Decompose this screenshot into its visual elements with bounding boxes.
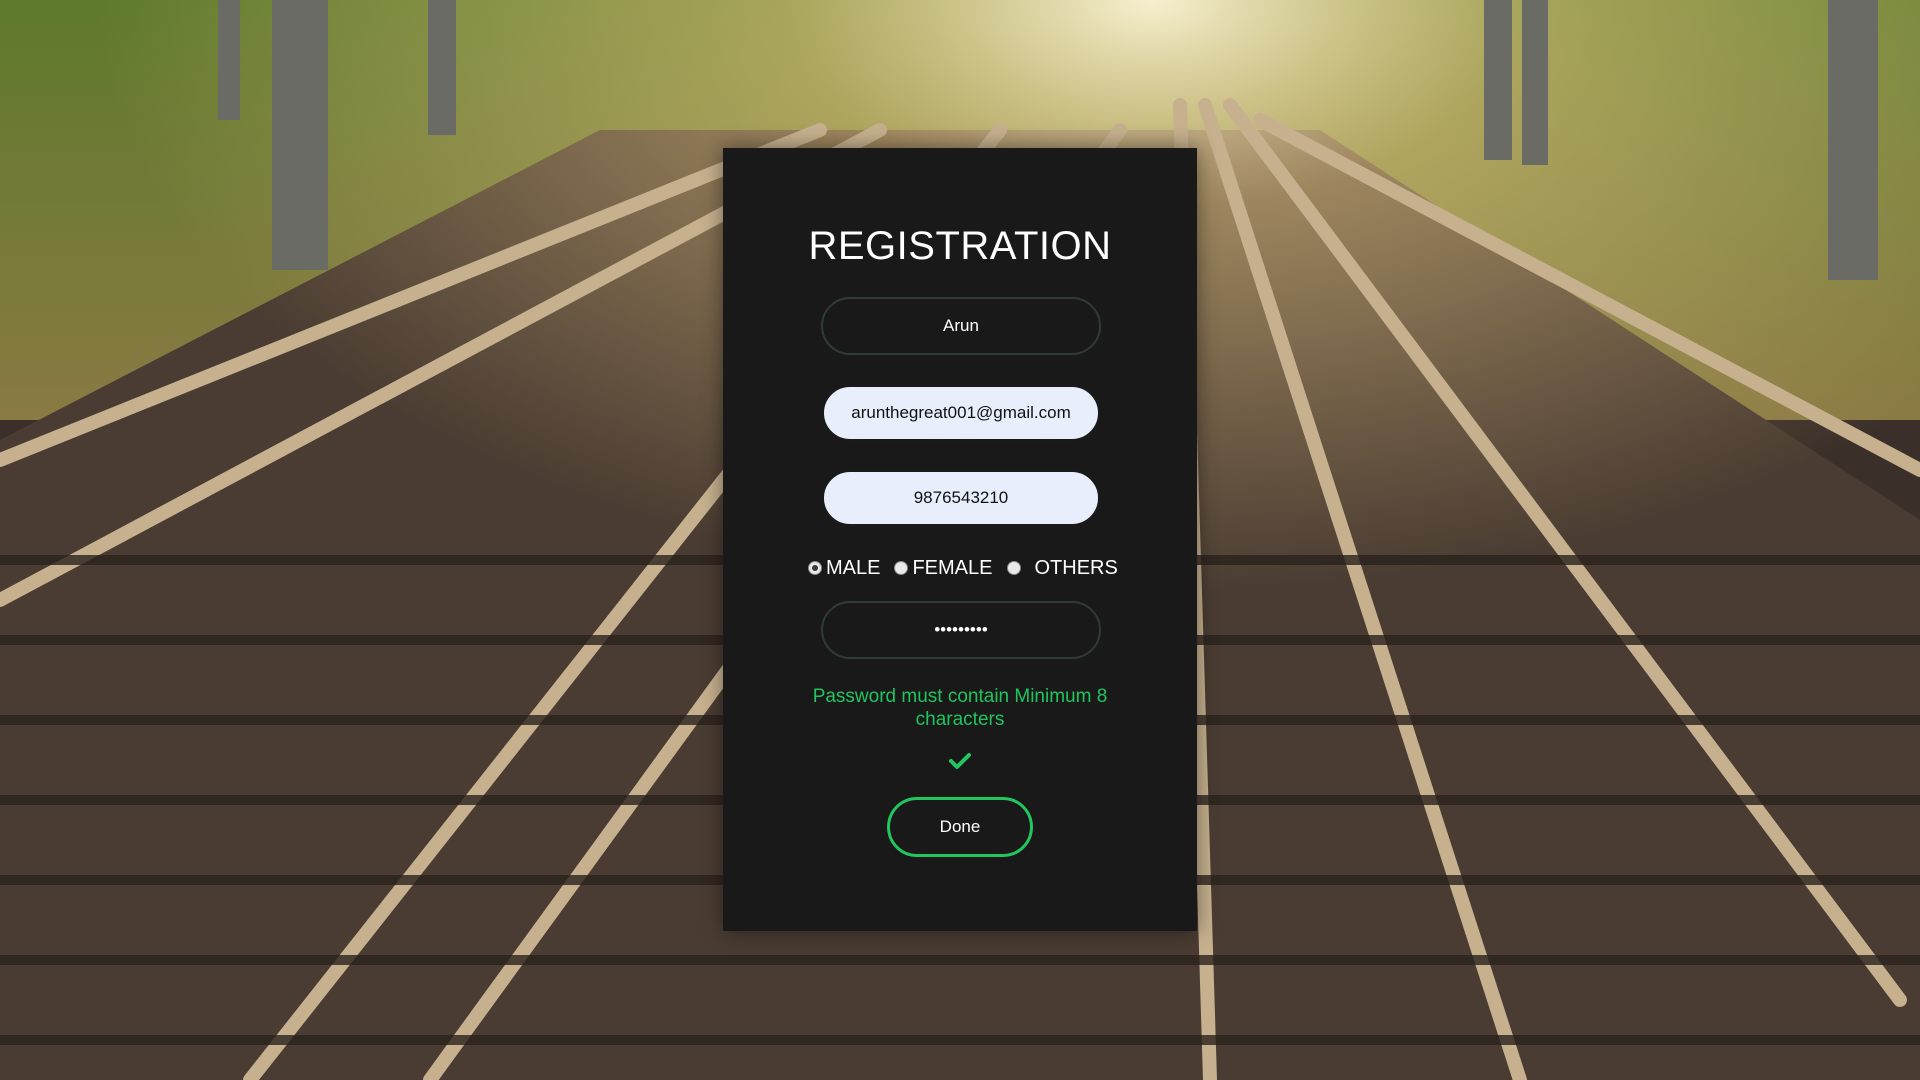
password-hint: Password must contain Minimum 8 characte… — [812, 686, 1108, 730]
email-input[interactable] — [821, 384, 1101, 442]
check-icon — [949, 753, 971, 769]
done-button[interactable]: Done — [887, 797, 1033, 857]
gender-radio-female[interactable] — [894, 561, 909, 575]
registration-card: REGISTRATION MALE FEMALE OTHERS Password… — [723, 148, 1197, 931]
phone-input[interactable] — [821, 469, 1101, 527]
gender-radio-others[interactable] — [1006, 561, 1021, 575]
gender-radio-male[interactable] — [808, 561, 822, 575]
gender-radio-group: MALE FEMALE OTHERS — [808, 553, 1138, 583]
gender-label-male: MALE — [826, 556, 881, 579]
password-input[interactable] — [821, 601, 1101, 659]
name-input[interactable] — [821, 297, 1101, 355]
page-title: REGISTRATION — [808, 224, 1112, 268]
gender-label-others: OTHERS — [1034, 556, 1118, 579]
gender-label-female: FEMALE — [912, 556, 993, 579]
